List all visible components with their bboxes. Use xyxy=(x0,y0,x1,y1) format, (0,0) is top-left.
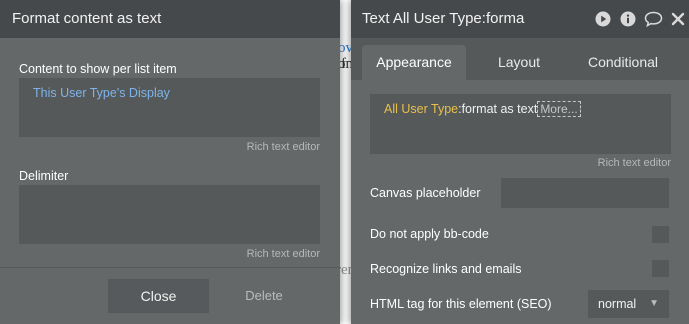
html-tag-select[interactable]: normal ▼ xyxy=(588,290,669,318)
delete-button[interactable]: Delete xyxy=(234,279,294,313)
comment-icon[interactable] xyxy=(644,11,663,27)
property-editor-header: Text All User Type:forma xyxy=(351,0,689,38)
canvas-placeholder-input[interactable] xyxy=(501,178,669,208)
html-tag-label: HTML tag for this element (SEO) xyxy=(370,297,552,311)
info-icon[interactable] xyxy=(620,11,636,27)
canvas-text-fragment: f xyxy=(341,56,346,72)
recognize-links-label: Recognize links and emails xyxy=(370,262,522,276)
element-name[interactable]: Text All User Type:forma xyxy=(362,0,534,38)
canvas-placeholder-label: Canvas placeholder xyxy=(370,186,481,200)
no-bbcode-checkbox[interactable] xyxy=(652,226,669,243)
rich-text-editor-link[interactable]: Rich text editor xyxy=(598,157,671,169)
recognize-links-checkbox[interactable] xyxy=(652,260,669,277)
html-tag-value: normal xyxy=(598,297,637,311)
expression-data-source[interactable]: All User Type xyxy=(384,102,458,116)
text-expression-field[interactable]: All User Type:format as text More... xyxy=(370,94,671,154)
format-content-panel: Format content as text Content to show p… xyxy=(0,0,340,324)
chevron-down-icon: ▼ xyxy=(649,298,659,309)
property-tabs: Appearance Layout Conditional xyxy=(351,38,689,80)
no-bbcode-label: Do not apply bb-code xyxy=(370,227,489,241)
close-icon[interactable] xyxy=(671,12,685,26)
panel-title[interactable]: Format content as text xyxy=(0,0,340,38)
content-expression-field[interactable]: This User Type's Display xyxy=(19,78,320,137)
close-button[interactable]: Close xyxy=(108,279,209,313)
content-label: Content to show per list item xyxy=(19,62,177,76)
tab-layout[interactable]: Layout xyxy=(477,45,561,80)
delimiter-field[interactable] xyxy=(19,185,320,244)
tab-conditional[interactable]: Conditional xyxy=(573,45,673,80)
tab-appearance[interactable]: Appearance xyxy=(362,45,466,80)
play-icon[interactable] xyxy=(595,11,611,27)
property-editor-panel: Text All User Type:forma Appearance Layo… xyxy=(351,0,689,324)
delimiter-rich-text-editor-link[interactable]: Rich text editor xyxy=(247,248,320,260)
content-rich-text-editor-link[interactable]: Rich text editor xyxy=(247,141,320,153)
content-expression-value[interactable]: This User Type's Display xyxy=(33,86,170,100)
more-button[interactable]: More... xyxy=(537,101,581,117)
divider xyxy=(0,267,340,268)
expression-operator[interactable]: :format as text xyxy=(458,102,537,116)
delimiter-label: Delimiter xyxy=(19,169,69,183)
